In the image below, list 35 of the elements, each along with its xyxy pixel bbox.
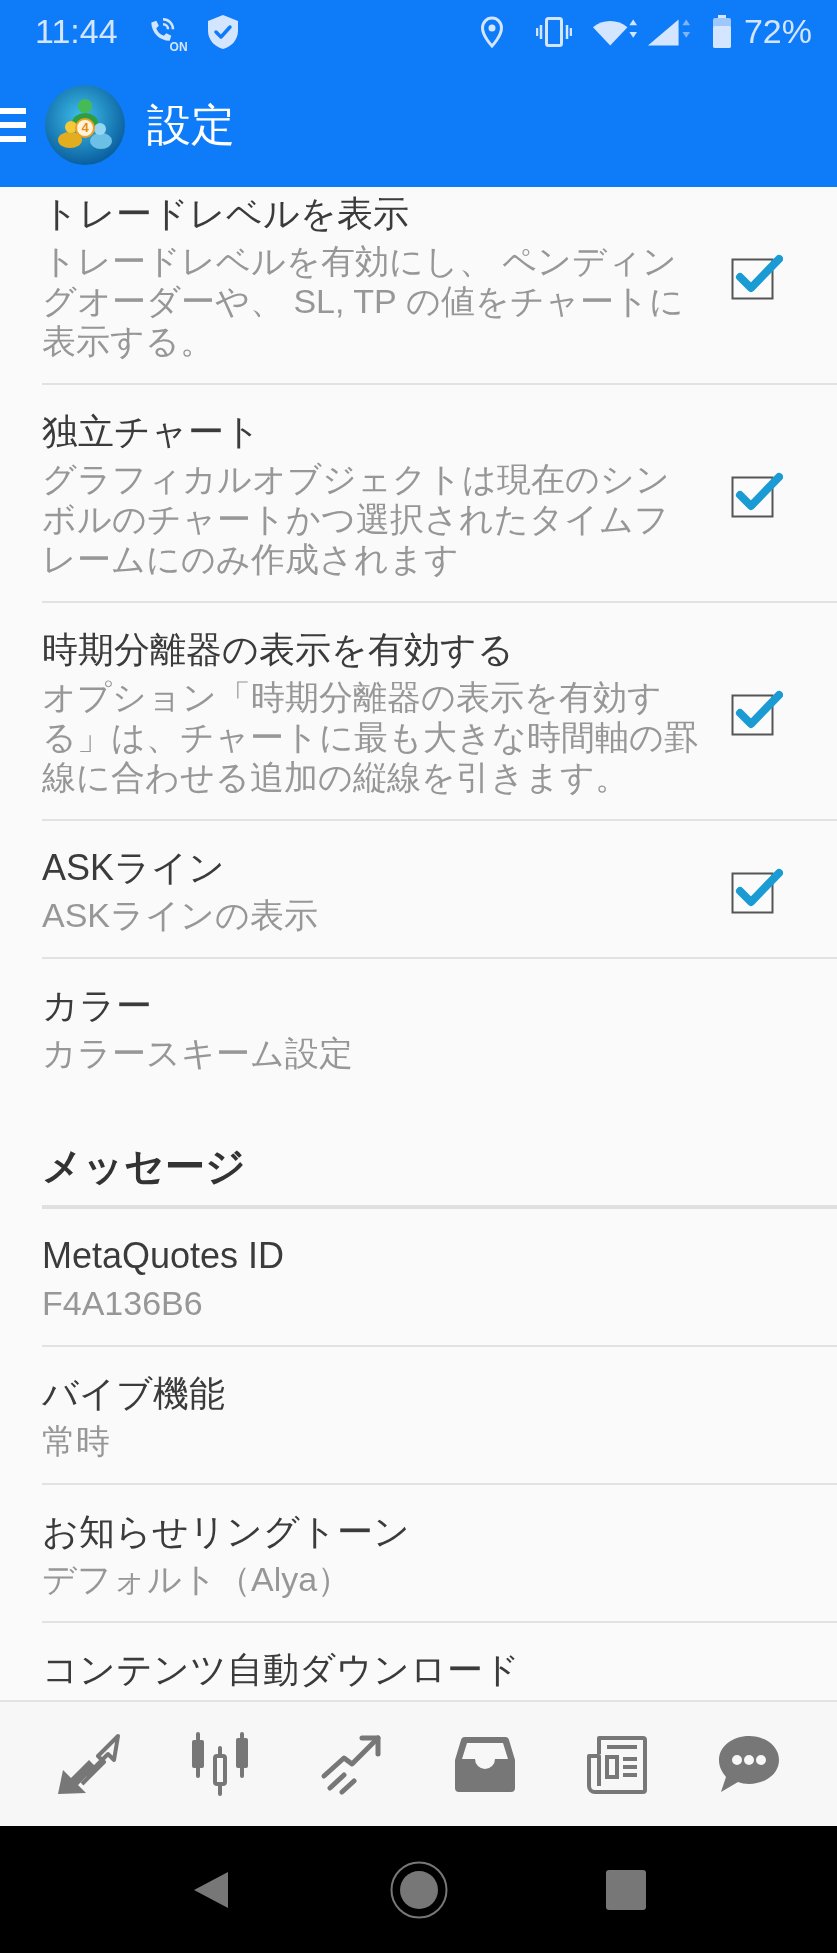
setting-title: バイブ機能 [42,1372,226,1416]
shield-check-icon [205,13,240,50]
checkbox[interactable] [731,252,783,300]
battery-percent: 72% [743,12,812,51]
setting-title: 独立チャート [42,410,262,454]
setting-description: トレードレベルを有効にし、 ペンディングオーダーや、 SL, TP の値をチャートに表示する。 [42,241,685,361]
nfc-status-label: ON [169,40,188,53]
vibrate-icon [535,16,572,47]
diagonal-arrows-icon[interactable] [56,1732,121,1796]
screen-title: 設定 [147,99,235,151]
setting-value: カラースキーム設定 [42,1033,354,1073]
setting-title: トレードレベルを表示 [42,192,410,236]
setting-description: ASKラインの表示 [42,895,320,935]
recents-button[interactable] [605,1869,646,1910]
setting-description: グラフィカルオブジェクトは現在のシンボルのチャートかつ選択されたタイムフレームにのみ作成されます [42,459,671,579]
status-time: 11:44 [35,12,118,51]
battery-icon [711,14,732,49]
checkbox[interactable] [731,470,783,518]
menu-icon[interactable] [0,108,26,142]
setting-title: コンテンツ自動ダウンロード [42,1648,521,1692]
home-button[interactable] [389,1860,448,1919]
setting-title: 時期分離器の表示を有効する [42,628,515,672]
setting-title: カラー [42,984,153,1028]
setting-value: 常時 [42,1421,111,1461]
setting-title: MetaQuotes ID [42,1234,286,1278]
setting-title: ASKライン [42,846,227,890]
app-logo-icon [45,85,125,165]
location-pin-icon [479,15,504,48]
setting-title: お知らせリングトーン [42,1510,411,1554]
setting-value: デフォルト（Alya） [42,1559,353,1599]
section-heading: メッセージ [42,1143,247,1190]
checkbox[interactable] [731,866,783,914]
checkbox[interactable] [731,688,783,736]
setting-value: F4A136B6 [42,1283,204,1323]
setting-description: オプション「時期分離器の表示を有効する」は、チャートに最も大きな時間軸の罫線に合わせる追加の縦線を引きます。 [42,677,699,797]
